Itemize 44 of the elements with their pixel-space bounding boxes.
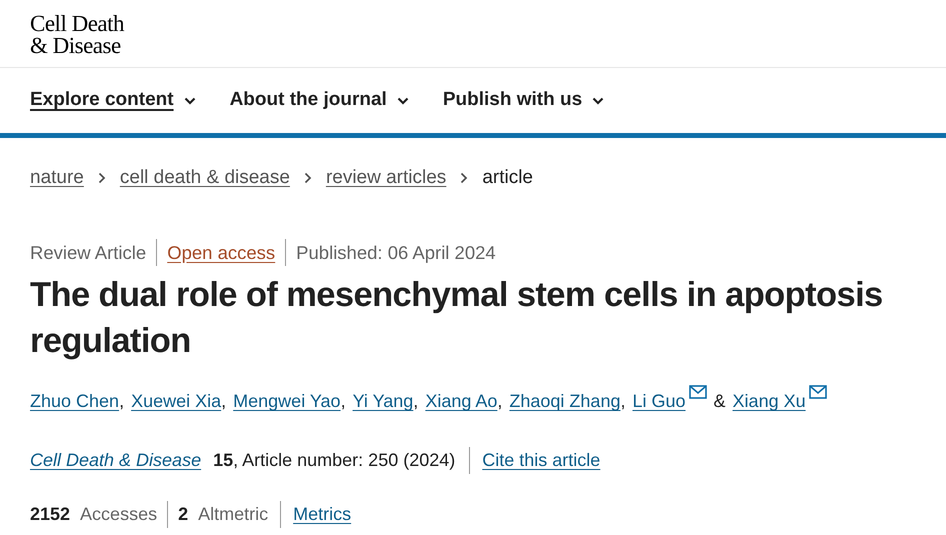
author-link[interactable]: Yi Yang bbox=[352, 389, 414, 414]
chevron-down-icon bbox=[396, 96, 409, 104]
author-link[interactable]: Zhuo Chen bbox=[30, 389, 120, 414]
breadcrumb-link[interactable]: nature bbox=[30, 164, 84, 192]
chevron-right-icon bbox=[304, 172, 312, 184]
comma-separator: , bbox=[119, 390, 124, 414]
author-link[interactable]: Li Guo bbox=[632, 389, 686, 414]
article-number: , Article number: 250 (2024) bbox=[233, 449, 456, 472]
breadcrumb-current: article bbox=[482, 166, 533, 190]
author-link[interactable]: Zhaoqi Zhang bbox=[509, 389, 620, 414]
and-separator: & bbox=[714, 390, 726, 414]
author-link[interactable]: Mengwei Yao bbox=[233, 389, 341, 414]
metrics-link[interactable]: Metrics bbox=[280, 501, 352, 528]
comma-separator: , bbox=[620, 390, 626, 414]
breadcrumb-link[interactable]: cell death & disease bbox=[120, 164, 290, 192]
chevron-down-icon bbox=[592, 96, 604, 104]
cite-link[interactable]: Cite this article bbox=[469, 447, 600, 474]
chevron-right-icon bbox=[98, 172, 106, 184]
nav-menu-button[interactable]: About the journal bbox=[230, 86, 409, 115]
email-icon[interactable] bbox=[808, 385, 827, 400]
article-title: The dual role of mesenchymal stem cells in apoptosis regulation bbox=[29, 275, 884, 362]
nav-menu-button[interactable]: Publish with us bbox=[442, 86, 604, 115]
open-access-link[interactable]: Open access bbox=[156, 238, 286, 266]
comma-separator: , bbox=[497, 390, 502, 414]
comma-separator: , bbox=[413, 390, 418, 414]
journal-link[interactable]: Cell Death & Disease bbox=[30, 447, 202, 474]
accesses-label: Accesses bbox=[80, 503, 158, 526]
journal-logo[interactable]: Cell Death & Disease bbox=[30, 13, 124, 57]
author-link[interactable]: Xuewei Xia bbox=[131, 389, 222, 414]
chevron-right-icon bbox=[460, 172, 468, 184]
nav-menu-button[interactable]: Explore content bbox=[30, 86, 196, 115]
author-link[interactable]: Xiang Ao bbox=[425, 389, 498, 414]
comma-separator: , bbox=[221, 390, 226, 414]
breadcrumb-link[interactable]: review articles bbox=[326, 164, 446, 192]
comma-separator: , bbox=[340, 390, 346, 414]
altmetric-count: 2 bbox=[167, 501, 188, 528]
altmetric-label: Altmetric bbox=[198, 503, 270, 526]
accesses-count: 2152 bbox=[30, 503, 70, 526]
published-date: Published: 06 April 2024 bbox=[285, 238, 496, 266]
volume-number: 15 bbox=[213, 449, 234, 472]
author-link[interactable]: Xiang Xu bbox=[732, 389, 806, 414]
article-type: Review Article bbox=[30, 240, 148, 264]
email-icon[interactable] bbox=[688, 385, 707, 400]
chevron-down-icon bbox=[184, 96, 196, 104]
